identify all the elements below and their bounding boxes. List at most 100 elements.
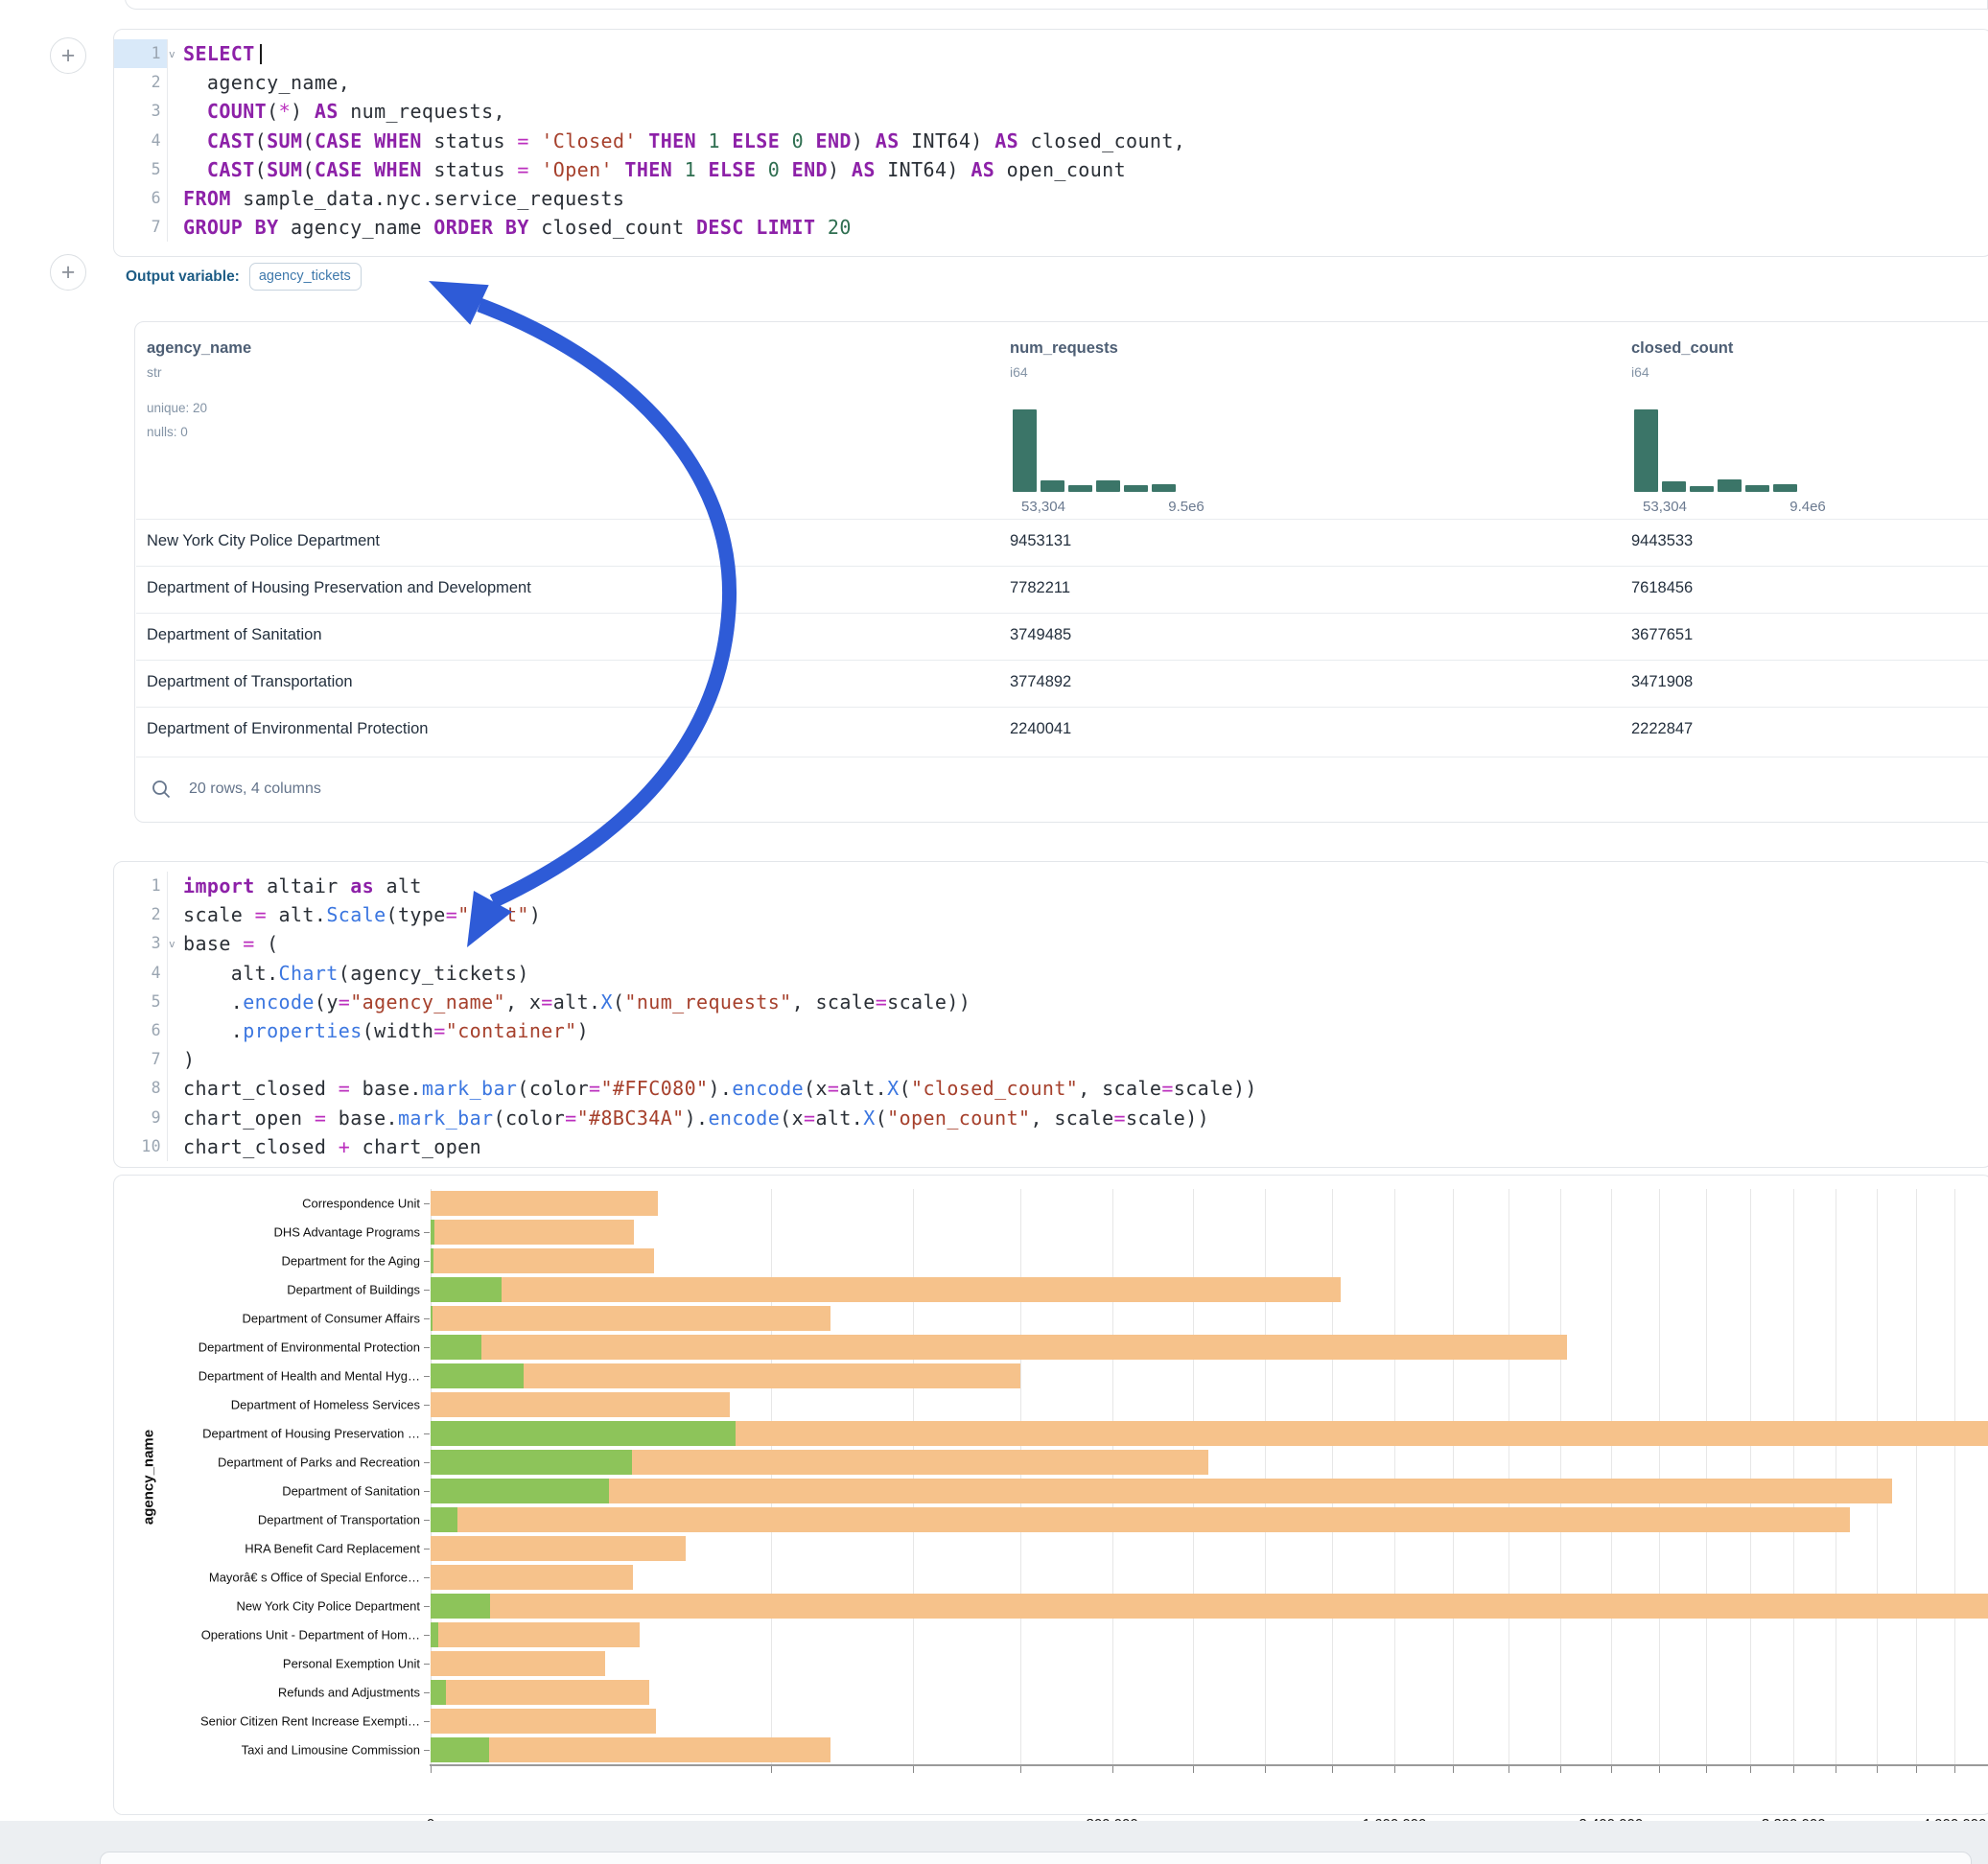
sql-line[interactable]: 4 CAST(SUM(CASE WHEN status = 'Closed' T… [114, 127, 1988, 155]
line-number: 5 [114, 155, 168, 184]
bar-closed-count [431, 1651, 605, 1676]
cell-agency-name: Department of Transportation [147, 673, 353, 691]
x-axis-tick [1560, 1766, 1561, 1773]
gridline [1877, 1189, 1878, 1764]
y-axis-label: HRA Benefit Card Replacement [113, 1542, 420, 1556]
bar-open-count [431, 1306, 433, 1331]
y-axis-label: Department of Health and Mental Hyg… [113, 1369, 420, 1384]
gridline [1453, 1189, 1454, 1764]
sql-line[interactable]: 6FROM sample_data.nyc.service_requests [114, 184, 1988, 213]
column-histogram [1013, 409, 1180, 492]
table-row[interactable]: Department of Housing Preservation and D… [136, 566, 1988, 613]
previous-cell-edge [125, 0, 1988, 10]
x-axis-tick [1332, 1766, 1333, 1773]
line-number: 6 [114, 184, 168, 213]
column-header[interactable]: num_requests [1010, 339, 1118, 358]
python-line[interactable]: 5 .encode(y="agency_name", x=alt.X("num_… [114, 988, 1988, 1016]
bar-closed-count [431, 1306, 830, 1331]
gridline [1750, 1189, 1751, 1764]
x-axis-tick [1659, 1766, 1660, 1773]
y-axis-tick [424, 1347, 430, 1348]
sql-line[interactable]: 5 CAST(SUM(CASE WHEN status = 'Open' THE… [114, 155, 1988, 184]
y-axis-label: Department of Buildings [113, 1283, 420, 1297]
code-text: import altair as alt [168, 872, 422, 900]
python-line[interactable]: 9chart_open = base.mark_bar(color="#8BC3… [114, 1104, 1988, 1132]
x-axis-tick [1453, 1766, 1454, 1773]
y-axis-tick [424, 1261, 430, 1262]
collapse-chevron-icon[interactable]: v [169, 930, 175, 959]
search-icon[interactable] [151, 779, 172, 800]
bar-closed-count [431, 1248, 654, 1273]
table-row[interactable]: Department of Transportation377489234719… [136, 660, 1988, 707]
python-line[interactable]: 4 alt.Chart(agency_tickets) [114, 959, 1988, 988]
y-axis-tick [424, 1635, 430, 1636]
sql-line[interactable]: 7GROUP BY agency_name ORDER BY closed_co… [114, 213, 1988, 242]
x-axis-tick [1112, 1766, 1113, 1773]
row-separator [136, 566, 1988, 567]
y-axis-tick [424, 1750, 430, 1751]
gridline [1560, 1189, 1561, 1764]
y-axis-tick [424, 1376, 430, 1377]
histogram-max-label: 9.5e6 [1168, 499, 1204, 515]
bar-closed-count [431, 1565, 633, 1590]
y-axis-tick [424, 1692, 430, 1693]
bar-closed-count [431, 1594, 1988, 1619]
bar-closed-count [431, 1507, 1850, 1532]
sql-code-editor[interactable]: 1vSELECT2 agency_name,3 COUNT(*) AS num_… [114, 39, 1988, 242]
python-line[interactable]: 1import altair as alt [114, 872, 1988, 900]
python-line[interactable]: 10chart_closed + chart_open [114, 1132, 1988, 1161]
python-line[interactable]: 7) [114, 1045, 1988, 1074]
code-text: ) [168, 1045, 195, 1074]
collapse-chevron-icon[interactable]: v [169, 40, 175, 69]
line-number: 2 [114, 900, 168, 929]
table-row[interactable]: Department of Sanitation37494853677651 [136, 613, 1988, 660]
code-text: alt.Chart(agency_tickets) [168, 959, 529, 988]
bar-closed-count [431, 1392, 730, 1417]
line-number: 10 [114, 1132, 168, 1161]
code-text: chart_closed + chart_open [168, 1132, 481, 1161]
line-number: 3 [114, 97, 168, 126]
sql-line[interactable]: 3 COUNT(*) AS num_requests, [114, 97, 1988, 126]
x-axis-tick [1954, 1766, 1955, 1773]
bar-closed-count [431, 1737, 830, 1762]
bar-closed-count [431, 1191, 658, 1216]
table-row[interactable]: Department of Environmental Protection22… [136, 707, 1988, 754]
python-line[interactable]: 3vbase = ( [114, 929, 1988, 958]
python-code-editor[interactable]: 1import altair as alt2scale = alt.Scale(… [114, 872, 1988, 1161]
line-number: 4 [114, 959, 168, 988]
python-line[interactable]: 8chart_closed = base.mark_bar(color="#FF… [114, 1074, 1988, 1103]
code-text: chart_closed = base.mark_bar(color="#FFC… [168, 1074, 1257, 1103]
y-axis-label: Department for the Aging [113, 1254, 420, 1269]
notebook-page: + + 1vSELECT2 agency_name,3 COUNT(*) AS … [0, 0, 1988, 1864]
column-header[interactable]: agency_name [147, 339, 251, 358]
add-cell-button-top[interactable]: + [50, 37, 86, 74]
gridline [1659, 1189, 1660, 1764]
y-axis-label: Mayorâ€ s Office of Special Enforce… [113, 1571, 420, 1585]
x-axis-line [430, 1764, 1988, 1766]
output-variable-input[interactable]: agency_tickets [249, 263, 362, 291]
histogram-min-label: 53,304 [1643, 499, 1687, 515]
y-axis-label: Department of Sanitation [113, 1484, 420, 1499]
python-line[interactable]: 2scale = alt.Scale(type="sqrt") [114, 900, 1988, 929]
python-line[interactable]: 6 .properties(width="container") [114, 1016, 1988, 1045]
x-axis-tick [1877, 1766, 1878, 1773]
line-number: 6 [114, 1016, 168, 1045]
sql-line[interactable]: 2 agency_name, [114, 68, 1988, 97]
bar-closed-count [431, 1277, 1341, 1302]
sql-line[interactable]: 1vSELECT [114, 39, 1988, 68]
gridline [1265, 1189, 1266, 1764]
histogram-bar [1152, 484, 1176, 492]
python-cell[interactable]: 1import altair as alt2scale = alt.Scale(… [113, 861, 1988, 1168]
x-axis-tick [1265, 1766, 1266, 1773]
table-row[interactable]: New York City Police Department945313194… [136, 519, 1988, 566]
cell-agency-name: Department of Housing Preservation and D… [147, 579, 531, 597]
column-header[interactable]: closed_count [1631, 339, 1733, 358]
y-axis-tick [424, 1203, 430, 1204]
bar-closed-count [431, 1479, 1892, 1503]
add-cell-button-output[interactable]: + [50, 254, 86, 291]
line-number: 2 [114, 68, 168, 97]
cell-num-requests: 3774892 [1010, 673, 1071, 691]
histogram-min-label: 53,304 [1021, 499, 1065, 515]
cell-num-requests: 7782211 [1010, 579, 1070, 597]
sql-cell[interactable]: 1vSELECT2 agency_name,3 COUNT(*) AS num_… [113, 29, 1988, 257]
